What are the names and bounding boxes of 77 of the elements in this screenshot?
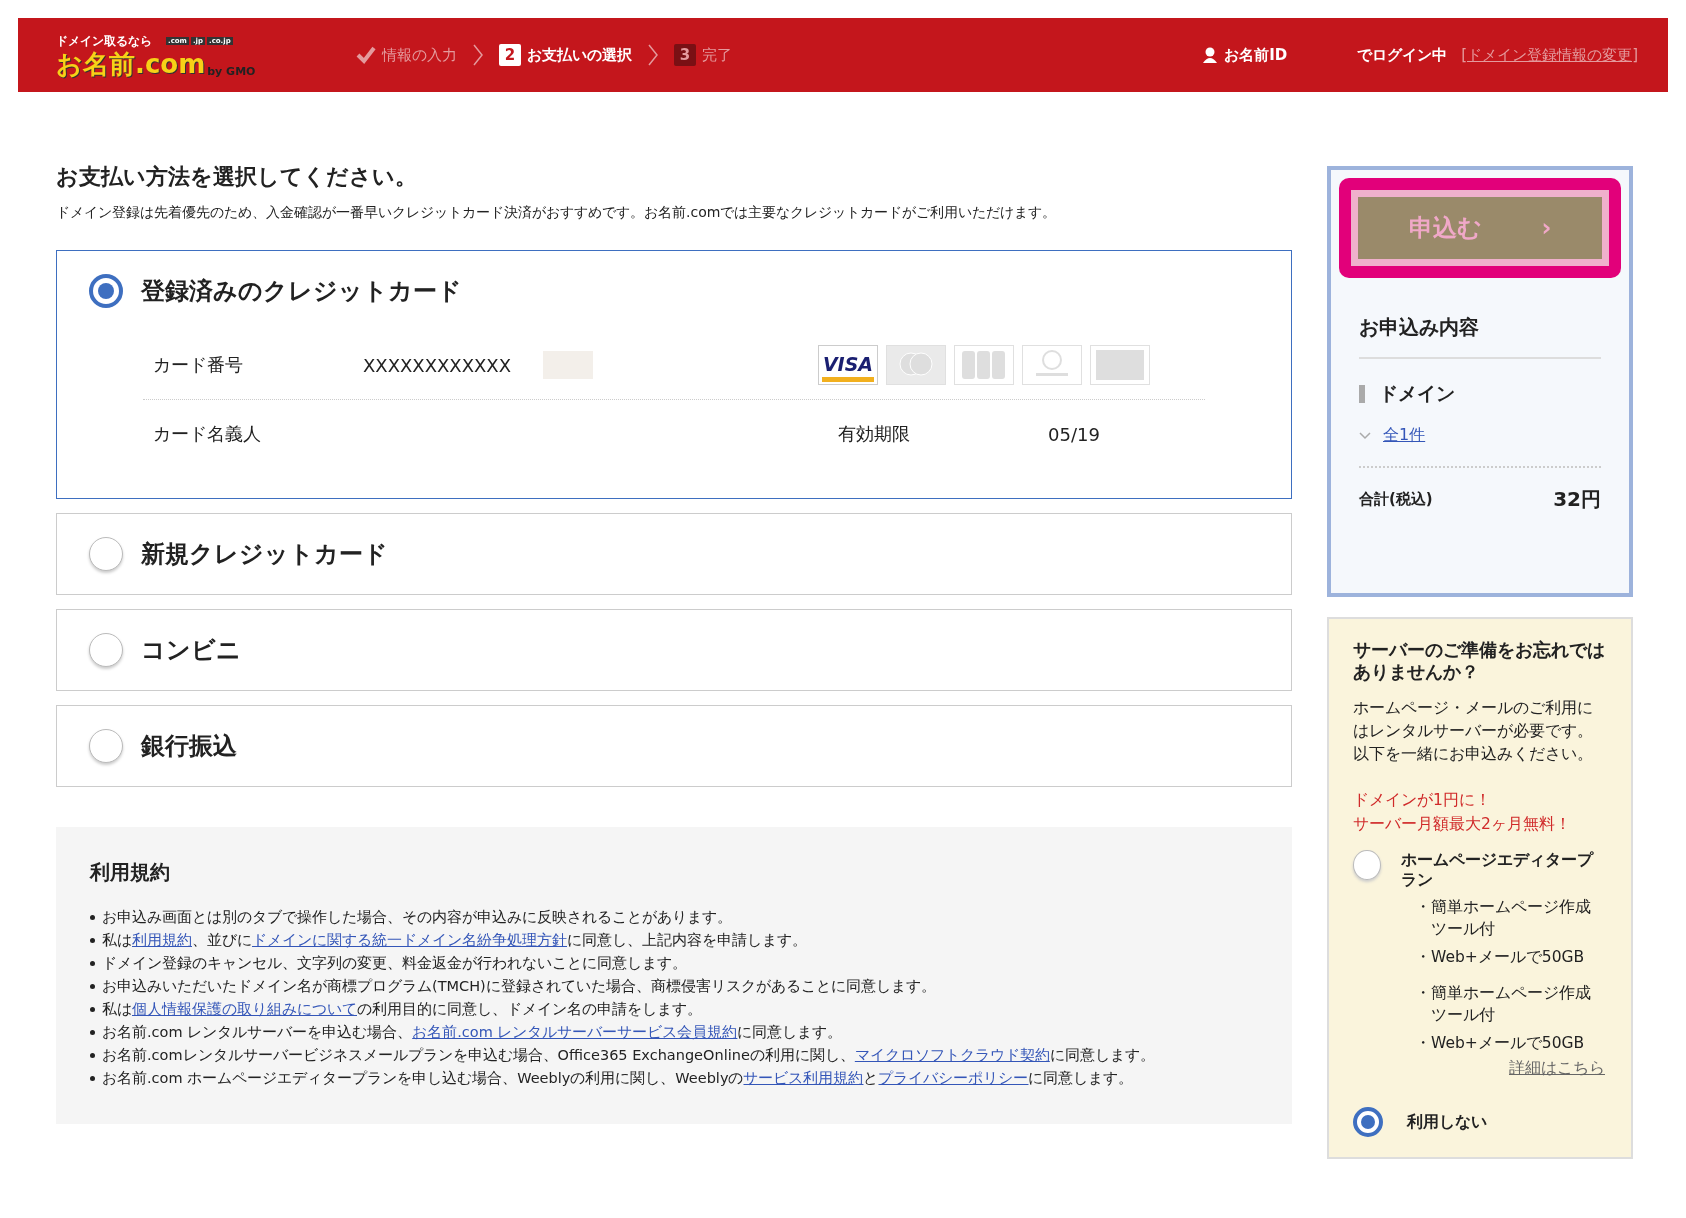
bullet-icon — [90, 984, 95, 989]
step-number: 3 — [674, 44, 696, 66]
terms-item: お申込み画面とは別のタブで操作した場合、その内容が申込みに反映されることがあります。 — [102, 908, 732, 927]
chevron-down-icon — [1359, 431, 1371, 440]
logo-tagline: ドメイン取るなら — [56, 32, 152, 50]
bullet-icon — [90, 961, 95, 966]
bullet-icon — [90, 1076, 95, 1081]
step-label: 情報の入力 — [382, 45, 457, 65]
terms-item: お名前.comレンタルサーバービジネスメールプランを申込む場合、Office365 ExchangeOnlineの利用に関し、マイクロソフトクラウド契約に同意します。 — [102, 1046, 1155, 1065]
terms-link[interactable]: 利用規約 — [132, 932, 192, 948]
login-status: でログイン中 — [1357, 45, 1448, 65]
user-id-label: お名前ID — [1224, 45, 1288, 65]
bullet-icon — [90, 1007, 95, 1012]
page-heading: お支払い方法を選択してください。 — [56, 163, 418, 191]
expiry-date: 05/19 — [1048, 423, 1100, 445]
terms-link[interactable]: ドメインに関する統一ドメイン名紛争処理方針 — [252, 932, 567, 948]
terms-link[interactable]: マイクロソフトクラウド契約 — [854, 1047, 1050, 1063]
step-label: 完了 — [702, 45, 732, 65]
radio-button[interactable] — [89, 633, 123, 667]
option-label[interactable]: コンビニ — [141, 634, 241, 666]
field-label: カード名義人 — [152, 422, 262, 446]
bullet-mark: ・ — [1415, 897, 1431, 918]
field-label: 有効期限 — [838, 422, 911, 446]
terms-heading: 利用規約 — [90, 859, 171, 886]
total-label: 合計(税込) — [1359, 490, 1433, 509]
option-label[interactable]: 登録済みのクレジットカード — [141, 275, 462, 307]
terms-link[interactable]: プライバシーポリシー — [878, 1070, 1029, 1086]
step-number: 2 — [499, 44, 521, 66]
radio-button[interactable] — [89, 537, 123, 571]
card-logo: VISA — [818, 345, 878, 385]
logo-text[interactable]: お名前.com — [56, 49, 206, 78]
plan-feature: Web+メールで50GB — [1431, 1033, 1585, 1054]
chevron-icon — [646, 42, 660, 68]
step-label: お支払いの選択 — [527, 45, 632, 65]
terms-link[interactable]: サービス利用規約 — [743, 1070, 864, 1086]
promo-text: ドメインが1円に！ — [1353, 790, 1492, 811]
section-label: ドメイン — [1379, 381, 1455, 406]
server-heading: サーバーのご準備をお忘れではありませんか？ — [1353, 639, 1605, 683]
bullet-icon — [90, 915, 95, 920]
total-amount: 32円 — [1553, 486, 1601, 513]
radio-button[interactable] — [1353, 1107, 1383, 1137]
terms-link[interactable]: お名前.com レンタルサーバーサービス会員規約 — [412, 1024, 738, 1040]
chevron-icon — [471, 42, 485, 68]
option-label[interactable]: 銀行振込 — [141, 730, 237, 762]
plan-feature: Web+メールで50GB — [1431, 947, 1585, 968]
radio-button[interactable] — [89, 729, 123, 763]
item-count-link[interactable]: 全1件 — [1383, 425, 1426, 446]
terms-item: ドメイン登録のキャンセル、文字列の変更、料金返金が行われないことに同意します。 — [102, 954, 687, 973]
card-number: XXXXXXXXXXXX — [363, 354, 512, 376]
bullet-mark: ・ — [1415, 947, 1431, 968]
server-text: ホームページ・メールのご利用にはレンタルサーバーが必要です。以下を一緒にお申込みください。 — [1353, 698, 1594, 765]
terms-item: お名前.com ホームページエディタープランを申し込む場合、Weeblyの利用に関し、Weeblyのサービス利用規約 と プライバシーポリシーに同意します。 — [102, 1069, 1134, 1088]
plan-feature: 簡単ホームページ作成ツール付 — [1431, 897, 1592, 940]
user-icon — [1202, 47, 1219, 63]
page-description: ドメイン登録は先着優先のため、入金確認が一番早いクレジットカード決済がおすすめです。お名前.comでは主要なクレジットカードがご利用いただけます。 — [56, 204, 1058, 222]
radio-button[interactable] — [1353, 850, 1381, 880]
plan-name[interactable]: ホームページエディタープラン — [1400, 850, 1605, 890]
logo-subtext: by GMO — [207, 64, 256, 78]
option-label[interactable]: 新規クレジットカード — [141, 538, 388, 570]
terms-link[interactable]: 個人情報保護の取り組みについて — [132, 1001, 357, 1017]
bullet-icon — [90, 1030, 95, 1035]
terms-item: 私は個人情報保護の取り組みについての利用目的に同意し、ドメイン名の申請をします。 — [102, 1000, 702, 1019]
section-marker — [1359, 385, 1365, 403]
details-link[interactable]: 詳細はこちら — [1353, 1058, 1605, 1079]
bullet-icon — [90, 938, 95, 943]
summary-heading: お申込み内容 — [1359, 278, 1601, 359]
terms-item: お名前.com レンタルサーバーを申込む場合、お名前.com レンタルサーバーサービス会員規約に同意します。 — [102, 1023, 843, 1042]
bullet-mark: ・ — [1415, 983, 1431, 1004]
option-label[interactable]: 利用しない — [1407, 1111, 1487, 1133]
radio-button[interactable] — [89, 274, 123, 308]
field-label: カード番号 — [152, 353, 244, 377]
terms-item: 私は利用規約、並びに ドメインに関する統一ドメイン名紛争処理方針に同意し、上記内容を申請します。 — [102, 931, 807, 950]
bullet-mark: ・ — [1415, 1033, 1431, 1054]
terms-item: お申込みいただいたドメイン名が商標プログラム(TMCH)に登録されていた場合、商標侵害リスクがあることに同意します。 — [102, 977, 936, 996]
plan-feature: 簡単ホームページ作成ツール付 — [1431, 983, 1592, 1026]
bullet-icon — [90, 1053, 95, 1058]
promo-text: サーバー月額最大2ヶ月無料！ — [1353, 814, 1572, 835]
